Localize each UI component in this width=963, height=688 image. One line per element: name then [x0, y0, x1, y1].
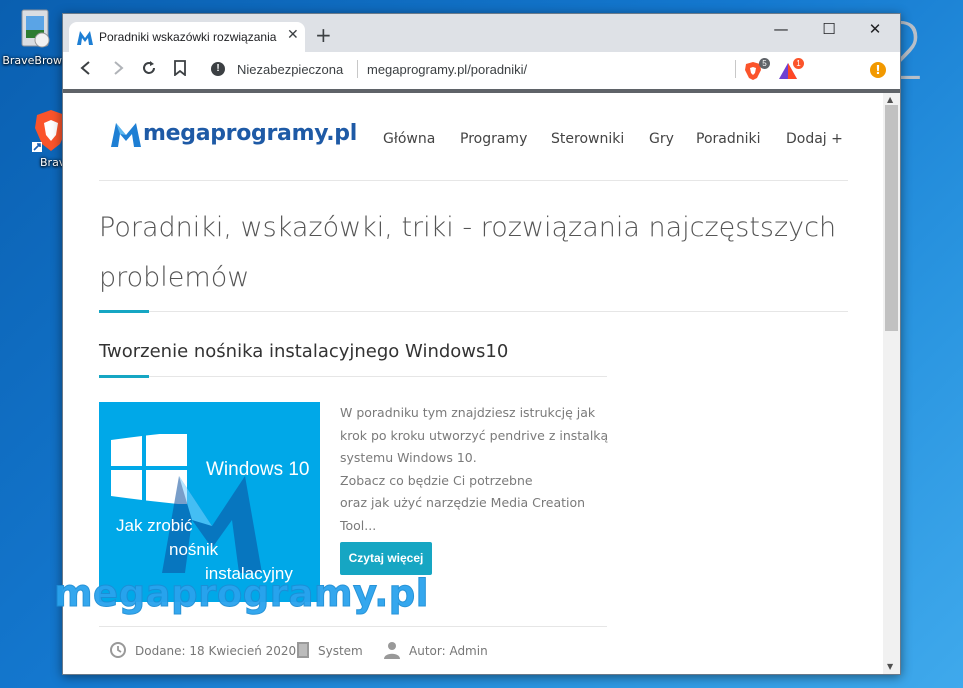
post-category[interactable]: System [318, 644, 363, 658]
user-icon [383, 641, 401, 663]
security-label[interactable]: Niezabezpieczona [237, 62, 343, 77]
title-accent-bar [99, 310, 149, 313]
header-divider [99, 180, 848, 181]
address-divider [357, 60, 358, 78]
scrollbar-thumb[interactable] [885, 105, 898, 331]
maximize-button[interactable]: ☐ [809, 20, 849, 38]
forward-button[interactable] [111, 60, 125, 80]
vertical-scrollbar[interactable]: ▲ ▼ [883, 93, 900, 674]
rewards-count-badge: 1 [793, 58, 804, 69]
brave-shields-icon[interactable]: 5 [744, 58, 770, 81]
brave-installer-icon [16, 6, 54, 50]
megaprogramy-logo-icon [111, 123, 141, 147]
page-title-line-1: Poradniki, wskazówki, triki - rozwiązani… [99, 212, 837, 243]
post-author: Autor: Admin [409, 644, 488, 658]
excerpt-line: W poradniku tym znajdziesz istrukcję jak [340, 405, 596, 420]
minimize-button[interactable]: — [761, 20, 801, 38]
page-title: Poradniki, wskazówki, triki - rozwiązani… [99, 203, 837, 303]
post-excerpt: W poradniku tym znajdziesz istrukcję jak… [340, 402, 610, 537]
bookmark-icon[interactable] [174, 60, 186, 80]
reload-button[interactable] [141, 60, 157, 80]
nav-item-glowna[interactable]: Główna [383, 131, 435, 147]
not-secure-icon[interactable]: ! [211, 62, 225, 76]
category-icon [295, 641, 311, 663]
tab-title: Poradniki wskazówki rozwiązania n [99, 30, 277, 44]
toolbar: ! Niezabezpieczona megaprogramy.pl/porad… [63, 52, 900, 93]
clock-icon [109, 641, 127, 663]
post-date: Dodane: 18 Kwiecień 2020 [135, 644, 297, 658]
shields-count-badge: 5 [759, 58, 770, 69]
thumbnail-line-2: nośnik [169, 540, 219, 559]
close-window-button[interactable]: ✕ [855, 20, 895, 38]
desktop-icon-label: BraveBrows [2, 54, 68, 67]
title-divider [99, 311, 848, 312]
extensions-divider [735, 60, 736, 78]
excerpt-line: systemu Windows 10. [340, 450, 477, 465]
thumbnail-line-1: Jak zrobić [116, 516, 193, 535]
excerpt-line: krok po kroku utworzyć pendrive z instal… [340, 427, 609, 443]
read-more-button[interactable]: Czytaj więcej [340, 542, 432, 575]
nav-item-programy[interactable]: Programy [460, 131, 527, 147]
watermark-text: megaprogramy.pl [54, 572, 429, 616]
brave-rewards-icon[interactable]: 1 [778, 58, 804, 81]
excerpt-line: Zobacz co będzie Ci potrzebne [340, 472, 533, 488]
nav-item-gry[interactable]: Gry [649, 131, 674, 147]
url-text[interactable]: megaprogramy.pl/poradniki/ [367, 62, 527, 77]
megaprogramy-favicon [77, 30, 93, 45]
tab-close-icon[interactable]: ✕ [287, 27, 299, 43]
page-title-line-2: problemów [99, 262, 250, 293]
post-title-accent-bar [99, 375, 149, 378]
thumbnail-brand: Windows 10 [206, 459, 310, 480]
new-tab-button[interactable]: + [315, 23, 332, 47]
scroll-up-arrow-icon[interactable]: ▲ [887, 95, 893, 104]
scroll-down-arrow-icon[interactable]: ▼ [887, 662, 893, 671]
address-bar[interactable]: ! Niezabezpieczona megaprogramy.pl/porad… [201, 57, 739, 83]
post-title[interactable]: Tworzenie nośnika instalacyjnego Windows… [99, 341, 508, 362]
alert-icon[interactable]: ! [870, 62, 886, 78]
excerpt-line: Tool... [340, 517, 377, 533]
logo-text: megaprogramy.pl [143, 121, 357, 146]
tab-active[interactable]: Poradniki wskazówki rozwiązania n ✕ [69, 22, 305, 52]
excerpt-line: oraz jak użyć narzędzie Media Creation [340, 495, 586, 510]
nav-item-poradniki[interactable]: Poradniki [696, 131, 761, 147]
back-button[interactable] [79, 60, 93, 80]
desktop-icon-brave-installer[interactable]: BraveBrows [0, 6, 70, 67]
nav-item-sterowniki[interactable]: Sterowniki [551, 131, 624, 147]
title-bar: Poradniki wskazówki rozwiązania n ✕ + — … [63, 14, 900, 52]
nav-item-dodaj[interactable]: Dodaj + [786, 131, 843, 147]
post-meta-divider [99, 626, 607, 627]
post-title-divider [99, 376, 607, 377]
